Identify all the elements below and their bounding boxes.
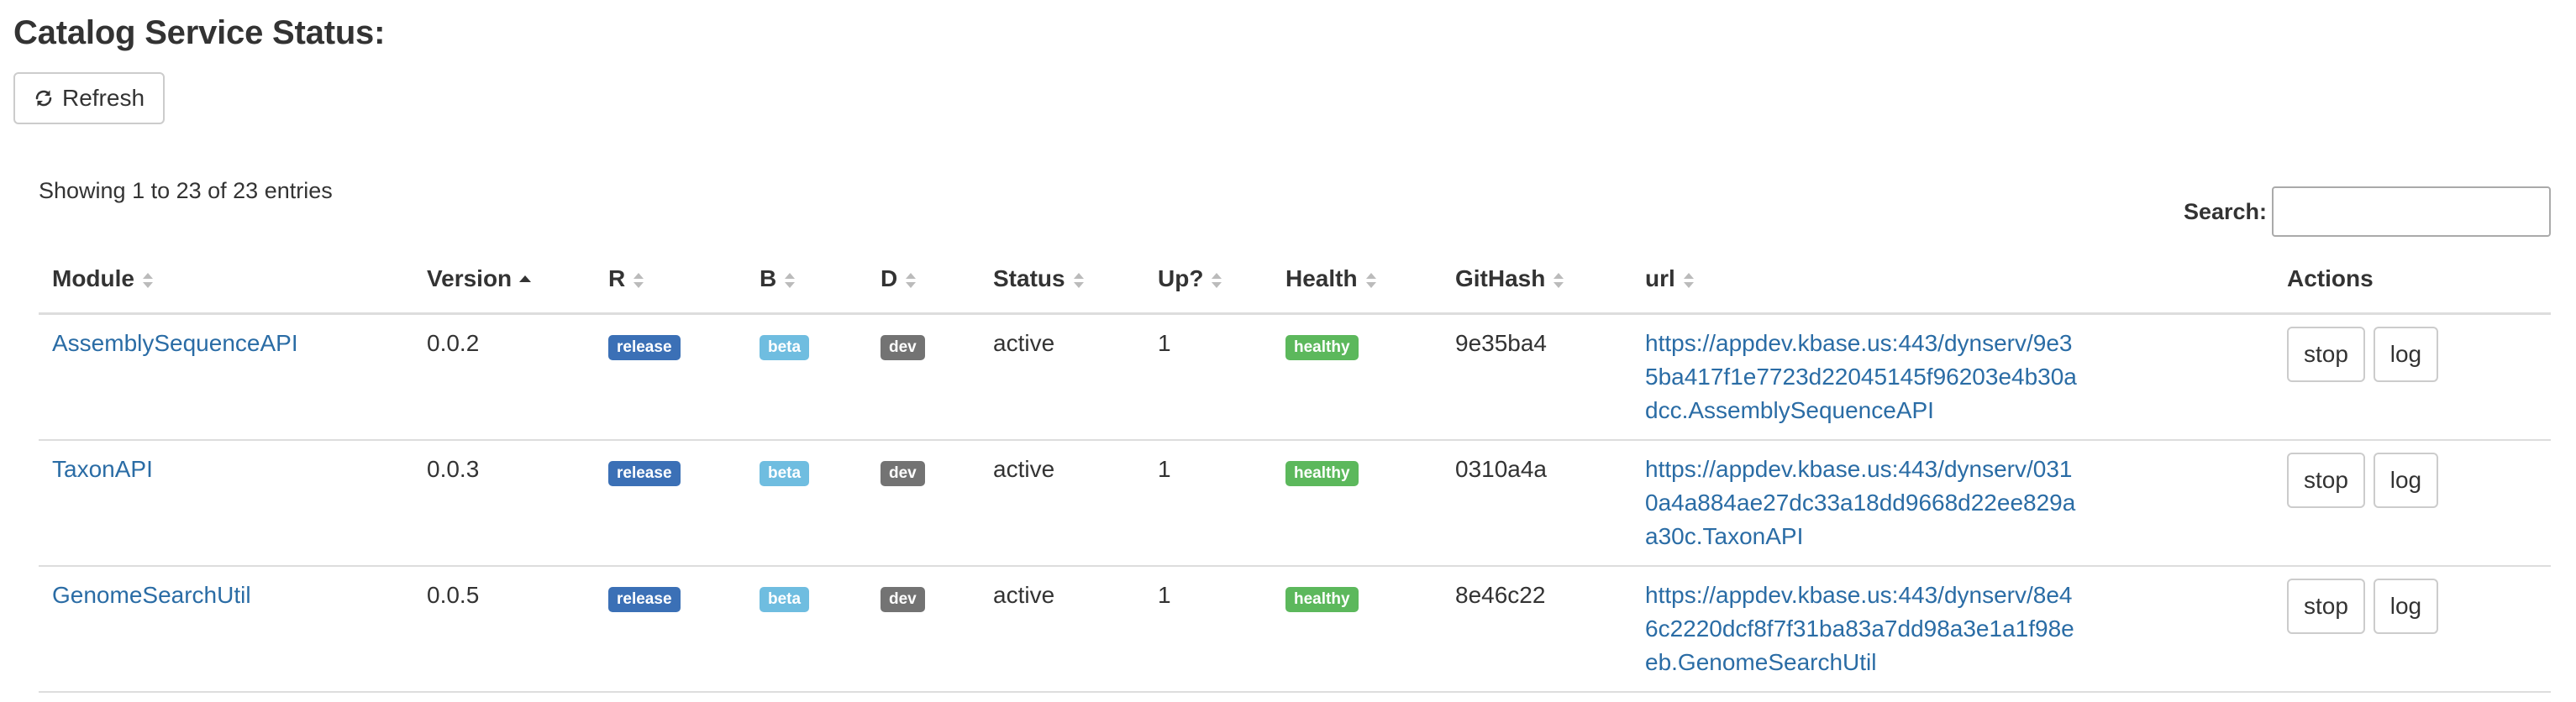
table-header-row: Module Version R B D Status Up? Health G… [39, 245, 2551, 315]
githash-cell: 9e35ba4 [1442, 313, 1632, 441]
health-badge: healthy [1285, 334, 1359, 360]
url-link[interactable]: https://appdev.kbase.us:443/dynserv/9e35… [1645, 327, 2082, 427]
col-header-url[interactable]: url [1632, 245, 2274, 315]
col-header-status[interactable]: Status [980, 245, 1144, 315]
githash-cell: 8e46c22 [1442, 566, 1632, 693]
sort-icon [785, 272, 796, 288]
status-cell: active [980, 566, 1144, 693]
page-title: Catalog Service Status: [13, 14, 386, 51]
release-badge: release [608, 334, 681, 360]
col-header-version[interactable]: Version [413, 245, 595, 315]
module-link[interactable]: AssemblySequenceAPI [52, 330, 298, 356]
module-link[interactable]: GenomeSearchUtil [52, 582, 251, 608]
services-table: Module Version R B D Status Up? Health G… [39, 245, 2551, 693]
sort-icon [1365, 272, 1376, 288]
sort-icon [1073, 272, 1084, 288]
catalog-status-page: Catalog Service Status: Refresh Showing … [0, 0, 2576, 702]
stop-button[interactable]: stop [2287, 453, 2365, 508]
version-cell: 0.0.5 [413, 566, 595, 693]
log-button[interactable]: log [2373, 579, 2439, 634]
log-button[interactable]: log [2373, 327, 2439, 382]
stop-button[interactable]: stop [2287, 327, 2365, 382]
col-header-b[interactable]: B [746, 245, 867, 315]
dev-badge: dev [881, 334, 925, 360]
search-input[interactable] [2272, 186, 2551, 237]
dev-badge: dev [881, 460, 925, 486]
col-header-r[interactable]: R [595, 245, 746, 315]
refresh-button[interactable]: Refresh [13, 72, 165, 124]
refresh-icon [35, 90, 52, 107]
col-header-health[interactable]: Health [1272, 245, 1442, 315]
table-row: TaxonAPI 0.0.3 release beta dev active 1… [39, 440, 2551, 567]
search-label: Search: [2183, 198, 2267, 224]
health-badge: healthy [1285, 586, 1359, 612]
col-header-githash[interactable]: GitHash [1442, 245, 1632, 315]
search-area: Search: [2184, 186, 2551, 237]
col-header-up[interactable]: Up? [1144, 245, 1272, 315]
beta-badge: beta [760, 460, 810, 486]
status-cell: active [980, 313, 1144, 441]
table-row: AssemblySequenceAPI 0.0.2 release beta d… [39, 313, 2551, 441]
beta-badge: beta [760, 586, 810, 612]
log-button[interactable]: log [2373, 453, 2439, 508]
version-cell: 0.0.2 [413, 313, 595, 441]
sort-icon [1683, 272, 1694, 288]
up-cell: 1 [1144, 440, 1272, 567]
status-cell: active [980, 440, 1144, 567]
col-header-d[interactable]: D [867, 245, 980, 315]
sort-icon [143, 272, 153, 288]
stop-button[interactable]: stop [2287, 579, 2365, 634]
url-link[interactable]: https://appdev.kbase.us:443/dynserv/0310… [1645, 453, 2082, 553]
githash-cell: 0310a4a [1442, 440, 1632, 567]
col-header-actions: Actions [2274, 245, 2551, 315]
col-header-module[interactable]: Module [39, 245, 413, 315]
sort-ascending-icon [519, 275, 532, 282]
up-cell: 1 [1144, 566, 1272, 693]
refresh-label: Refresh [61, 85, 145, 111]
release-badge: release [608, 586, 681, 612]
up-cell: 1 [1144, 313, 1272, 441]
module-link[interactable]: TaxonAPI [52, 456, 153, 482]
beta-badge: beta [760, 334, 810, 360]
sort-icon [1212, 272, 1222, 288]
sort-icon [633, 272, 644, 288]
version-cell: 0.0.3 [413, 440, 595, 567]
health-badge: healthy [1285, 460, 1359, 486]
url-link[interactable]: https://appdev.kbase.us:443/dynserv/8e46… [1645, 579, 2082, 679]
sort-icon [906, 272, 917, 288]
sort-icon [1553, 272, 1564, 288]
table-row: GenomeSearchUtil 0.0.5 release beta dev … [39, 566, 2551, 693]
release-badge: release [608, 460, 681, 486]
table-info: Showing 1 to 23 of 23 entries [39, 178, 333, 203]
dev-badge: dev [881, 586, 925, 612]
